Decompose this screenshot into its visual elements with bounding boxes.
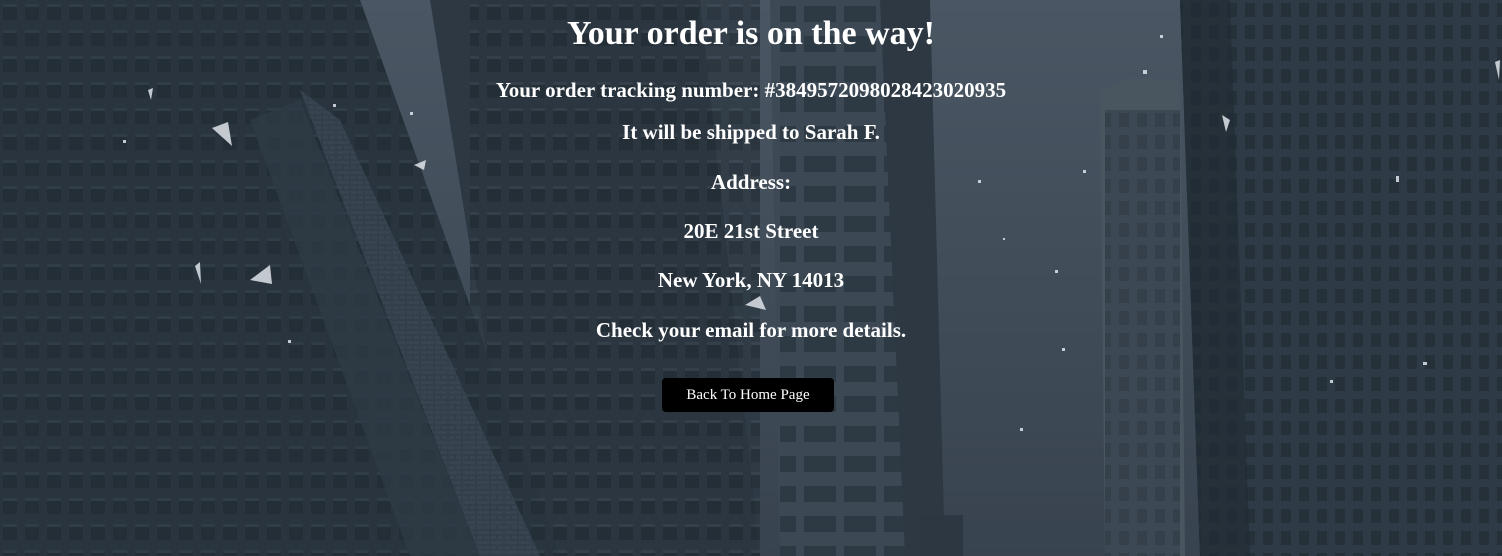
back-to-home-button[interactable]: Back To Home Page [662,378,834,412]
address-street: 20E 21st Street [683,219,819,243]
shipping-recipient-text: It will be shipped to Sarah F. [622,120,880,144]
address-city-state-zip: New York, NY 14013 [657,268,845,292]
email-note: Check your email for more details. [595,318,907,342]
tracking-number-text: Your order tracking number: #38495720980… [495,78,1007,102]
page-title: Your order is on the way! [566,15,936,52]
address-label: Address: [710,170,792,194]
